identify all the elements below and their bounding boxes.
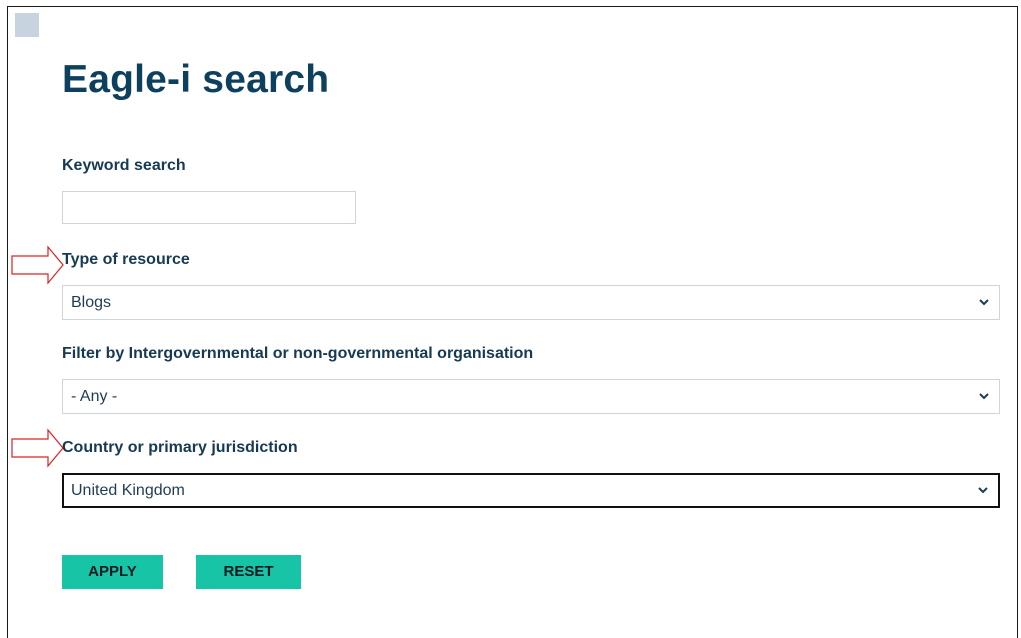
country-jurisdiction-select[interactable]: United Kingdom — [62, 473, 1000, 508]
country-jurisdiction-value: United Kingdom — [71, 482, 185, 499]
chevron-down-icon — [978, 486, 988, 493]
chevron-down-icon — [979, 392, 989, 399]
country-jurisdiction-label: Country or primary jurisdiction — [62, 439, 298, 456]
type-of-resource-label: Type of resource — [62, 251, 190, 268]
organisation-filter-select[interactable]: - Any - — [62, 379, 1000, 414]
reset-button[interactable]: RESET — [196, 555, 301, 589]
apply-button[interactable]: APPLY — [62, 555, 163, 589]
annotation-arrow-icon — [11, 245, 64, 285]
chevron-down-icon — [979, 298, 989, 305]
type-of-resource-select[interactable]: Blogs — [62, 285, 1000, 320]
annotation-arrow-icon — [11, 428, 64, 468]
organisation-filter-label: Filter by Intergovernmental or non-gover… — [62, 345, 534, 362]
keyword-search-label: Keyword search — [62, 157, 186, 174]
keyword-search-input[interactable] — [62, 191, 356, 224]
type-of-resource-value: Blogs — [71, 294, 112, 311]
corner-square-icon — [15, 13, 39, 37]
page-title: Eagle-i search — [62, 58, 330, 101]
organisation-filter-value: - Any - — [71, 388, 118, 405]
